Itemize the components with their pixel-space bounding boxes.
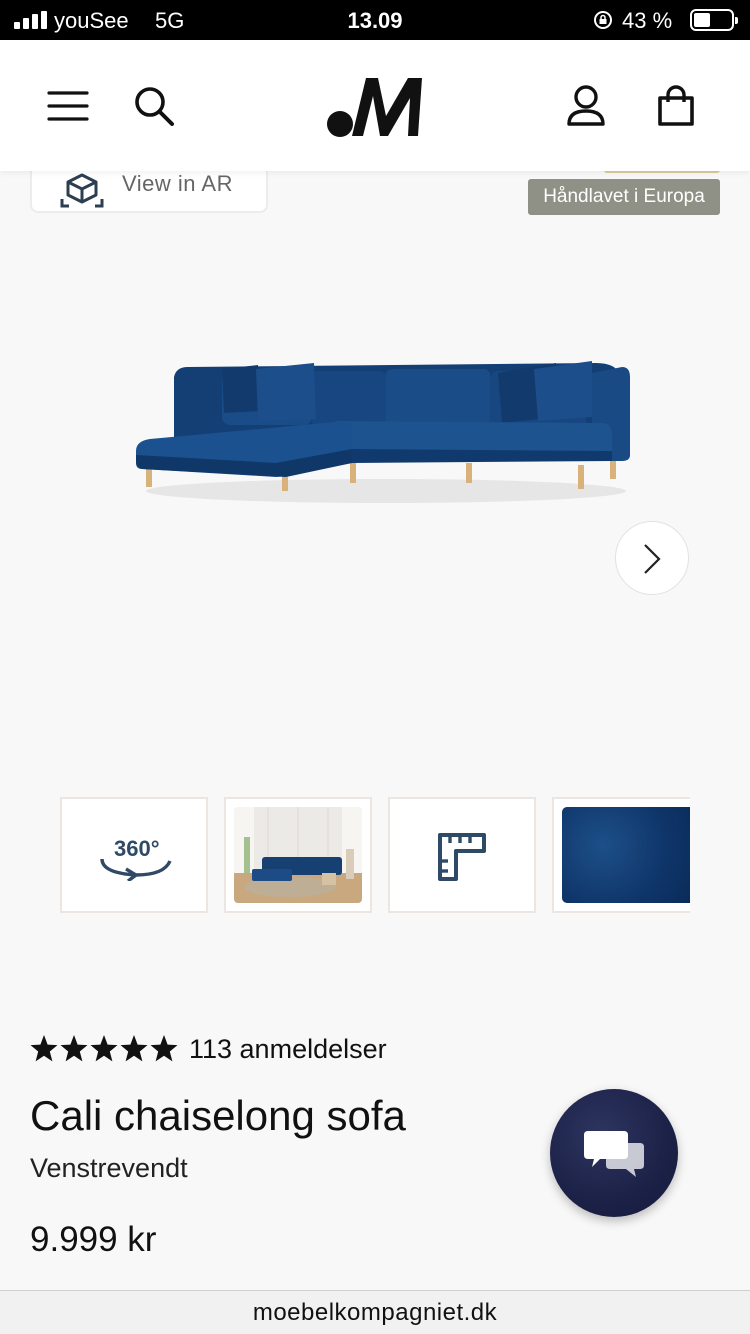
- product-price: 9.999 kr: [30, 1220, 157, 1259]
- ar-cube-icon: [60, 173, 104, 208]
- review-count[interactable]: 113 anmeldelser: [189, 1034, 387, 1065]
- fabric-swatch-image: [562, 807, 690, 903]
- hamburger-menu-icon[interactable]: [46, 84, 90, 128]
- battery-percent: 43 %: [622, 8, 673, 33]
- thumbnail-strip: 360°: [0, 797, 690, 915]
- thumbnail-fabric[interactable]: [552, 797, 690, 913]
- battery-icon: [690, 9, 738, 31]
- product-gallery: View in AR Håndlavet i Europa: [0, 171, 750, 781]
- chevron-right-icon: [644, 544, 661, 574]
- chat-button[interactable]: [550, 1089, 678, 1217]
- product-title: Cali chaiselong sofa: [30, 1092, 406, 1139]
- next-image-button[interactable]: [615, 521, 689, 595]
- thumbnail-360[interactable]: 360°: [60, 797, 208, 913]
- view-in-ar-button[interactable]: View in AR: [30, 171, 268, 213]
- chat-bubbles-icon: [584, 1131, 644, 1177]
- sofa-product-image[interactable]: [126, 351, 636, 511]
- site-header: [0, 40, 750, 171]
- thumbnail-dimensions[interactable]: [388, 797, 536, 913]
- ruler-icon: [438, 833, 486, 881]
- gold-badge-edge: [604, 171, 720, 173]
- 360-view-icon: 360°: [98, 833, 174, 881]
- brand-logo[interactable]: [326, 72, 426, 138]
- view-in-ar-label: View in AR: [122, 171, 233, 196]
- url-text: moebelkompagniet.dk: [252, 1299, 498, 1326]
- star-rating: [30, 1035, 178, 1062]
- orientation-lock-icon: [594, 11, 612, 29]
- thumbnail-room-photo[interactable]: [224, 797, 372, 913]
- product-variant: Venstrevendt: [30, 1153, 188, 1183]
- user-icon[interactable]: [564, 84, 608, 128]
- room-photo-image: [234, 807, 362, 903]
- search-icon[interactable]: [132, 84, 176, 128]
- browser-url-bar[interactable]: moebelkompagniet.dk: [0, 1290, 750, 1334]
- handmade-badge: Håndlavet i Europa: [528, 179, 720, 215]
- shopping-bag-icon[interactable]: [654, 84, 698, 128]
- status-bar: youSee 5G 13.09 43 %: [0, 0, 750, 40]
